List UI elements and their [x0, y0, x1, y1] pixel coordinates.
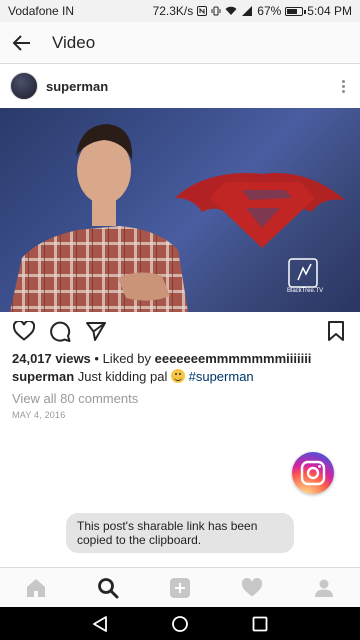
battery-icon	[285, 6, 307, 16]
nfc-icon	[197, 6, 208, 16]
home-icon[interactable]	[16, 568, 56, 608]
caption-text: Just kidding pal	[74, 369, 171, 384]
nav-home-icon[interactable]	[165, 609, 195, 639]
hashtag-link[interactable]: #superman	[189, 369, 254, 384]
send-icon[interactable]	[84, 319, 108, 343]
post-caption: superman Just kidding pal #superman	[12, 369, 254, 384]
arrow-left-icon[interactable]	[10, 31, 34, 55]
view-count[interactable]: 24,017 views	[12, 351, 91, 366]
view-comments-link[interactable]: View all 80 comments	[12, 391, 138, 406]
status-bar: Vodafone IN 72.3K/s 67% 5:04 PM	[0, 0, 360, 22]
clock: 5:04 PM	[307, 4, 352, 18]
app-bar: Video	[0, 22, 360, 64]
search-icon[interactable]	[88, 568, 128, 608]
page-title: Video	[52, 32, 96, 52]
video-player[interactable]: BlackTree.TV	[0, 108, 360, 312]
status-right: 72.3K/s 67% 5:04 PM	[153, 4, 352, 18]
liked-by-user[interactable]: eeeeeeemmmmmmmiiiiiii	[155, 351, 312, 366]
avatar[interactable]	[10, 72, 38, 100]
person-figure	[10, 124, 188, 312]
network-speed: 72.3K/s	[152, 4, 194, 18]
signal-icon	[241, 6, 253, 16]
profile-icon[interactable]	[304, 568, 344, 608]
system-nav-bar	[0, 607, 360, 640]
battery-percent: 67%	[257, 4, 282, 18]
caption-username[interactable]: superman	[12, 369, 74, 384]
heart-icon[interactable]	[12, 319, 36, 343]
wifi-icon	[225, 6, 237, 16]
post-actions	[0, 318, 360, 344]
vibrate-icon	[211, 6, 221, 16]
bookmark-icon[interactable]	[324, 319, 348, 343]
instagram-icon[interactable]	[292, 452, 334, 494]
liked-by-prefix: • Liked by	[90, 351, 155, 366]
toast-message: This post's sharable link has been copie…	[66, 513, 294, 553]
nav-recents-icon[interactable]	[245, 609, 275, 639]
comment-icon[interactable]	[48, 319, 72, 343]
add-post-icon[interactable]	[160, 568, 200, 608]
batman-v-superman-logo	[175, 173, 345, 248]
watermark-logo	[288, 258, 318, 288]
watermark-text: BlackTree.TV	[287, 288, 324, 294]
post-header: superman	[0, 64, 360, 108]
more-vertical-icon[interactable]	[336, 79, 350, 93]
smile-emoji-icon	[170, 369, 185, 383]
bottom-tab-bar	[0, 567, 360, 607]
activity-heart-icon[interactable]	[232, 568, 272, 608]
video-frame	[10, 124, 345, 312]
post-username[interactable]: superman	[46, 79, 108, 94]
views-line: 24,017 views • Liked by eeeeeeemmmmmmmii…	[12, 351, 311, 366]
post-date: MAY 4, 2016	[12, 410, 66, 420]
carrier-label: Vodafone IN	[8, 4, 75, 18]
nav-back-icon[interactable]	[85, 609, 115, 639]
